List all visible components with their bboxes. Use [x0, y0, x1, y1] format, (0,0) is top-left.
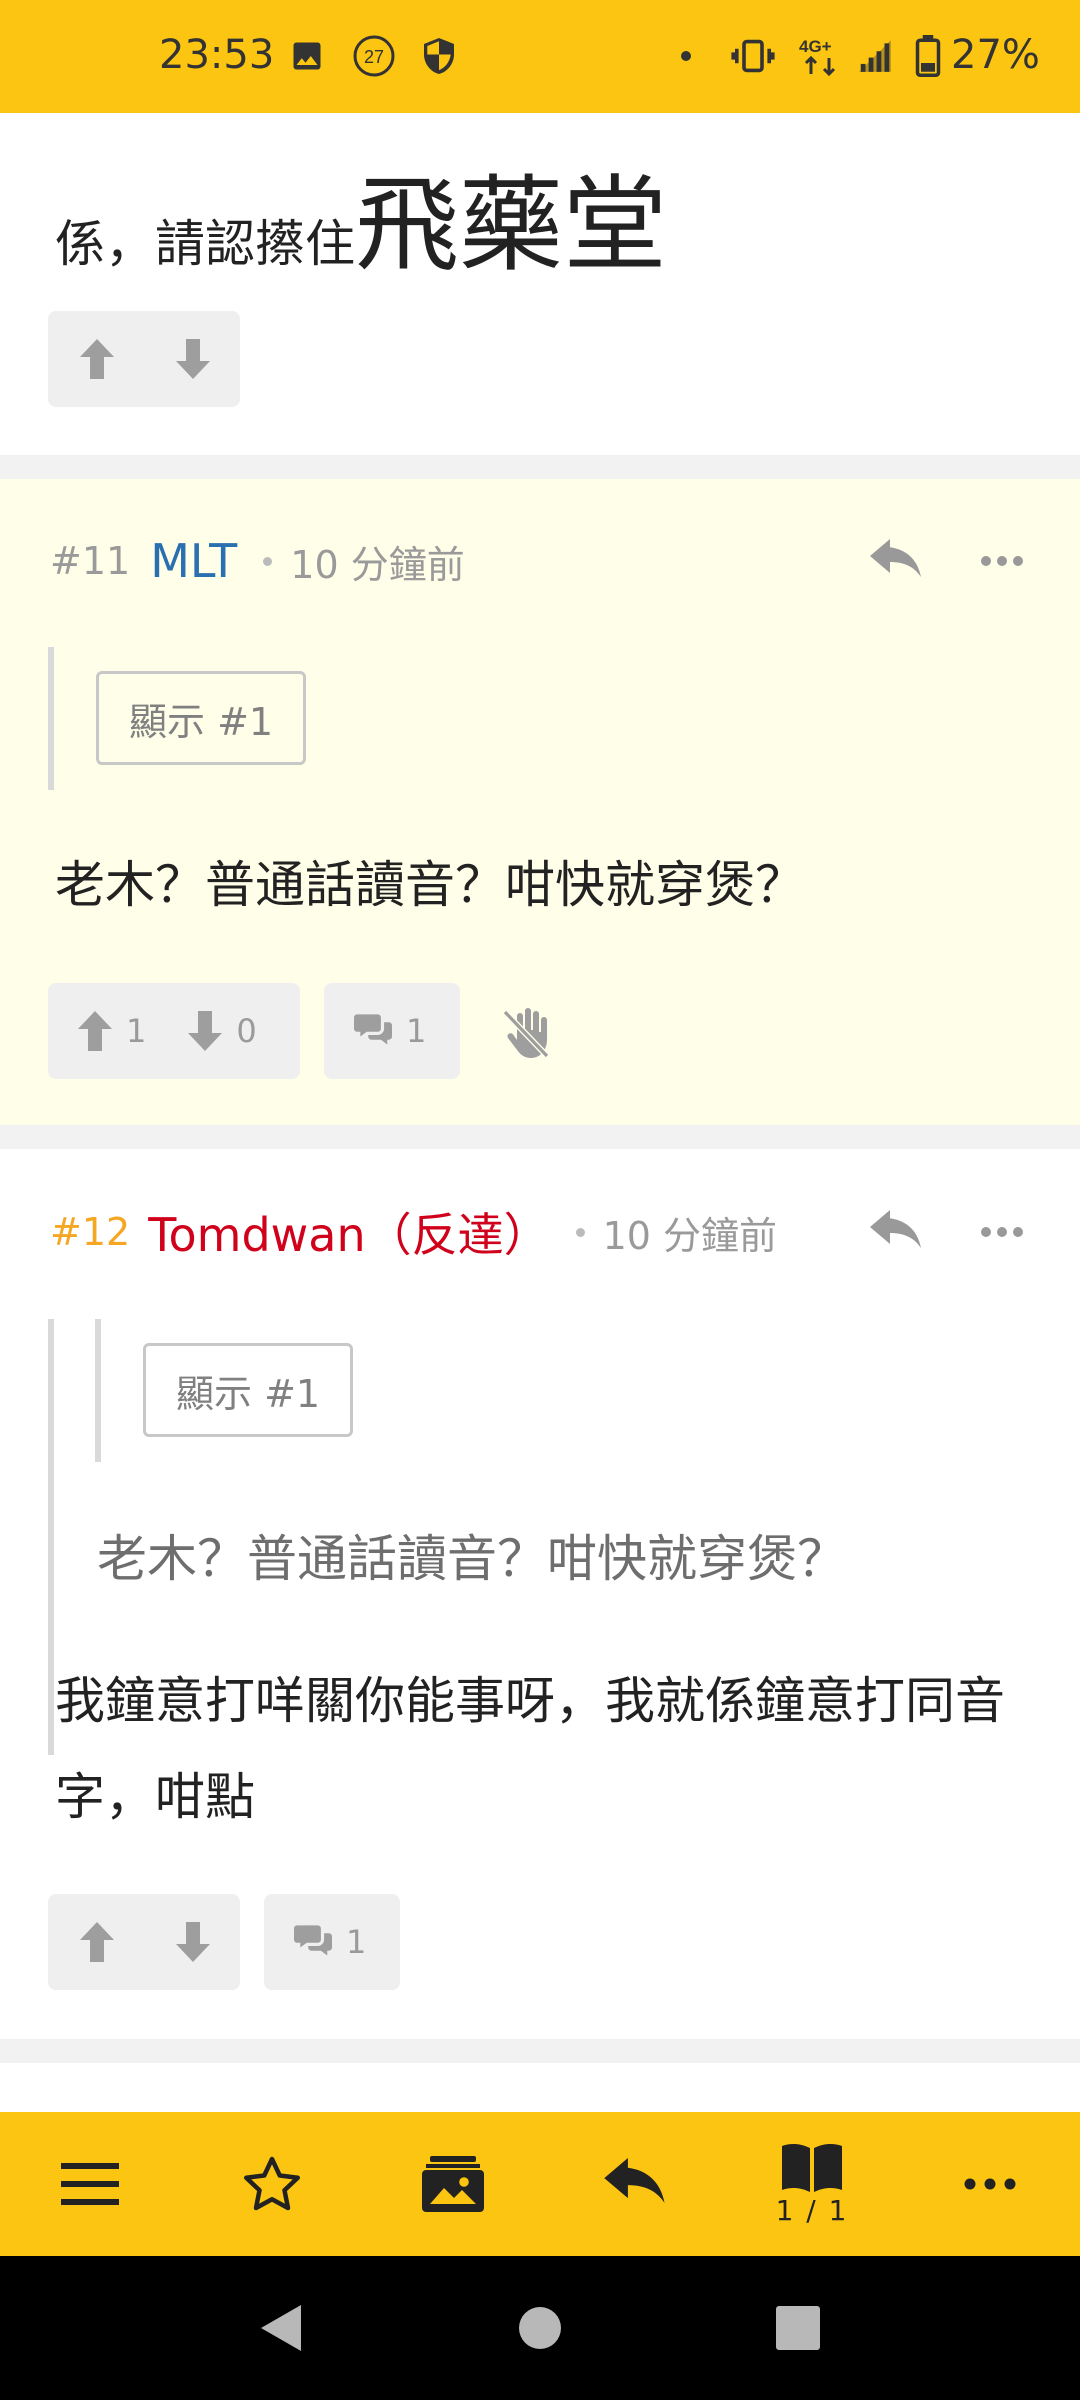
reply-toolbar-button[interactable] [580, 2112, 690, 2256]
reply-count: 1 [406, 1012, 427, 1050]
reply-icon [604, 2158, 665, 2203]
reply-icon [870, 1210, 921, 1248]
back-triangle-icon [261, 2305, 301, 2351]
bottom-toolbar: 1 / 1 [0, 2112, 1080, 2256]
upvote-button[interactable] [80, 1922, 114, 1962]
back-button[interactable] [250, 2298, 310, 2358]
post-previous: 係，請認攃住 飛藥堂 [0, 113, 1080, 455]
show-quote-button[interactable]: 顯示 #1 [96, 671, 307, 765]
more-icon [981, 556, 1023, 566]
dot-icon [678, 34, 694, 78]
separator-dot [575, 1227, 585, 1237]
home-circle-icon [519, 2307, 561, 2349]
upvote-button[interactable] [80, 339, 114, 379]
vote-group [48, 1894, 240, 1990]
post-divider [0, 455, 1080, 479]
post-body-large-text: 飛藥堂 [355, 164, 668, 286]
home-button[interactable] [510, 2298, 570, 2358]
svg-text:27: 27 [364, 47, 384, 67]
show-quote-button[interactable]: 顯示 #1 [143, 1343, 354, 1437]
badge-notification-icon: 27 [351, 34, 397, 78]
post-author[interactable]: Tomdwan（反達） [148, 1199, 549, 1265]
downvote-button[interactable] [176, 1922, 210, 1962]
status-bar: 23:53 27 4G+ 27% [0, 0, 1080, 113]
images-button[interactable] [398, 2112, 508, 2256]
block-user-button[interactable] [496, 1003, 556, 1063]
comments-icon [354, 1014, 392, 1045]
signal-icon [855, 34, 895, 78]
more-options-button[interactable] [972, 1202, 1032, 1262]
post-time: 10 分鐘前 [290, 542, 465, 587]
downvote-button[interactable]: 0 [188, 1011, 257, 1051]
post-body: 係，請認攃住 飛藥堂 [55, 140, 667, 291]
more-icon [964, 2178, 1016, 2190]
post-body-small-text: 係，請認攃住 [55, 215, 355, 273]
post-number: #11 [50, 539, 131, 583]
hamburger-icon [61, 2163, 119, 2205]
reply-icon [870, 539, 921, 577]
post-number: #12 [50, 1210, 131, 1254]
vote-group: 1 0 [48, 983, 300, 1079]
hand-slash-icon [503, 1008, 549, 1058]
post-time: 10 分鐘前 [602, 1213, 778, 1258]
post-body: 我鐘意打咩關你能事呀，我就係鐘意打同音字，咁點 [55, 1672, 1005, 1826]
battery-percent: 27% [951, 32, 1040, 78]
downvote-button[interactable] [176, 339, 210, 379]
post-author[interactable]: MLT [150, 534, 237, 588]
favorite-button[interactable] [217, 2112, 327, 2256]
system-navigation-bar [0, 2256, 1080, 2400]
more-toolbar-button[interactable] [935, 2112, 1045, 2256]
post-11: #11 MLT 10 分鐘前 顯示 #1 老木？普通話讀音？咁快就穿煲？ 1 0… [0, 479, 1080, 1125]
image-gallery-icon [422, 2156, 484, 2212]
recents-square-icon [776, 2306, 820, 2350]
post-12: #12 Tomdwan（反達） 10 分鐘前 顯示 #1 老木？普通話讀音？咁快… [0, 1149, 1080, 2039]
comments-icon [294, 1925, 332, 1956]
star-icon [244, 2156, 300, 2211]
image-notification-icon [287, 34, 327, 78]
quote-bar-outer [48, 1319, 54, 1755]
upvote-count: 1 [126, 1012, 147, 1050]
post-header: #12 Tomdwan（反達） 10 分鐘前 [50, 1202, 777, 1262]
downvote-count: 0 [236, 1012, 257, 1050]
battery-icon [912, 34, 944, 78]
post-divider [0, 2039, 1080, 2063]
recents-button[interactable] [768, 2298, 828, 2358]
quote-bar-inner [95, 1319, 101, 1462]
arrow-up-icon [80, 1922, 114, 1962]
upvote-button[interactable]: 1 [78, 1011, 146, 1051]
network-4g-icon: 4G+ [796, 34, 846, 78]
post-divider [0, 1125, 1080, 1149]
replies-button[interactable]: 1 [264, 1894, 400, 1990]
arrow-up-icon [80, 339, 114, 379]
post-body: 老木？普通話讀音？咁快就穿煲？ [55, 856, 805, 914]
arrow-up-icon [78, 1011, 112, 1051]
svg-text:4G+: 4G+ [799, 37, 832, 56]
next-post-partial [0, 2063, 1080, 2112]
arrow-down-icon [188, 1011, 223, 1051]
reply-button[interactable] [866, 1202, 926, 1262]
shield-icon [419, 34, 459, 78]
menu-button[interactable] [35, 2112, 145, 2256]
page-selector-button[interactable]: 1 / 1 [757, 2112, 867, 2256]
vote-group [48, 311, 240, 407]
more-icon [981, 1227, 1023, 1237]
page-indicator: 1 / 1 [775, 2193, 849, 2227]
replies-button[interactable]: 1 [324, 983, 460, 1079]
post-header: #11 MLT 10 分鐘前 [50, 531, 465, 591]
vibrate-icon [730, 34, 776, 78]
quote-bar [48, 647, 54, 790]
reply-button[interactable] [866, 531, 926, 591]
arrow-down-icon [176, 1922, 210, 1962]
status-time: 23:53 [159, 32, 275, 78]
book-icon [782, 2143, 842, 2192]
arrow-down-icon [176, 339, 210, 379]
reply-count: 1 [346, 1923, 367, 1961]
separator-dot [263, 556, 273, 566]
quoted-text: 老木？普通話讀音？咁快就穿煲？ [97, 1530, 847, 1588]
more-options-button[interactable] [972, 531, 1032, 591]
